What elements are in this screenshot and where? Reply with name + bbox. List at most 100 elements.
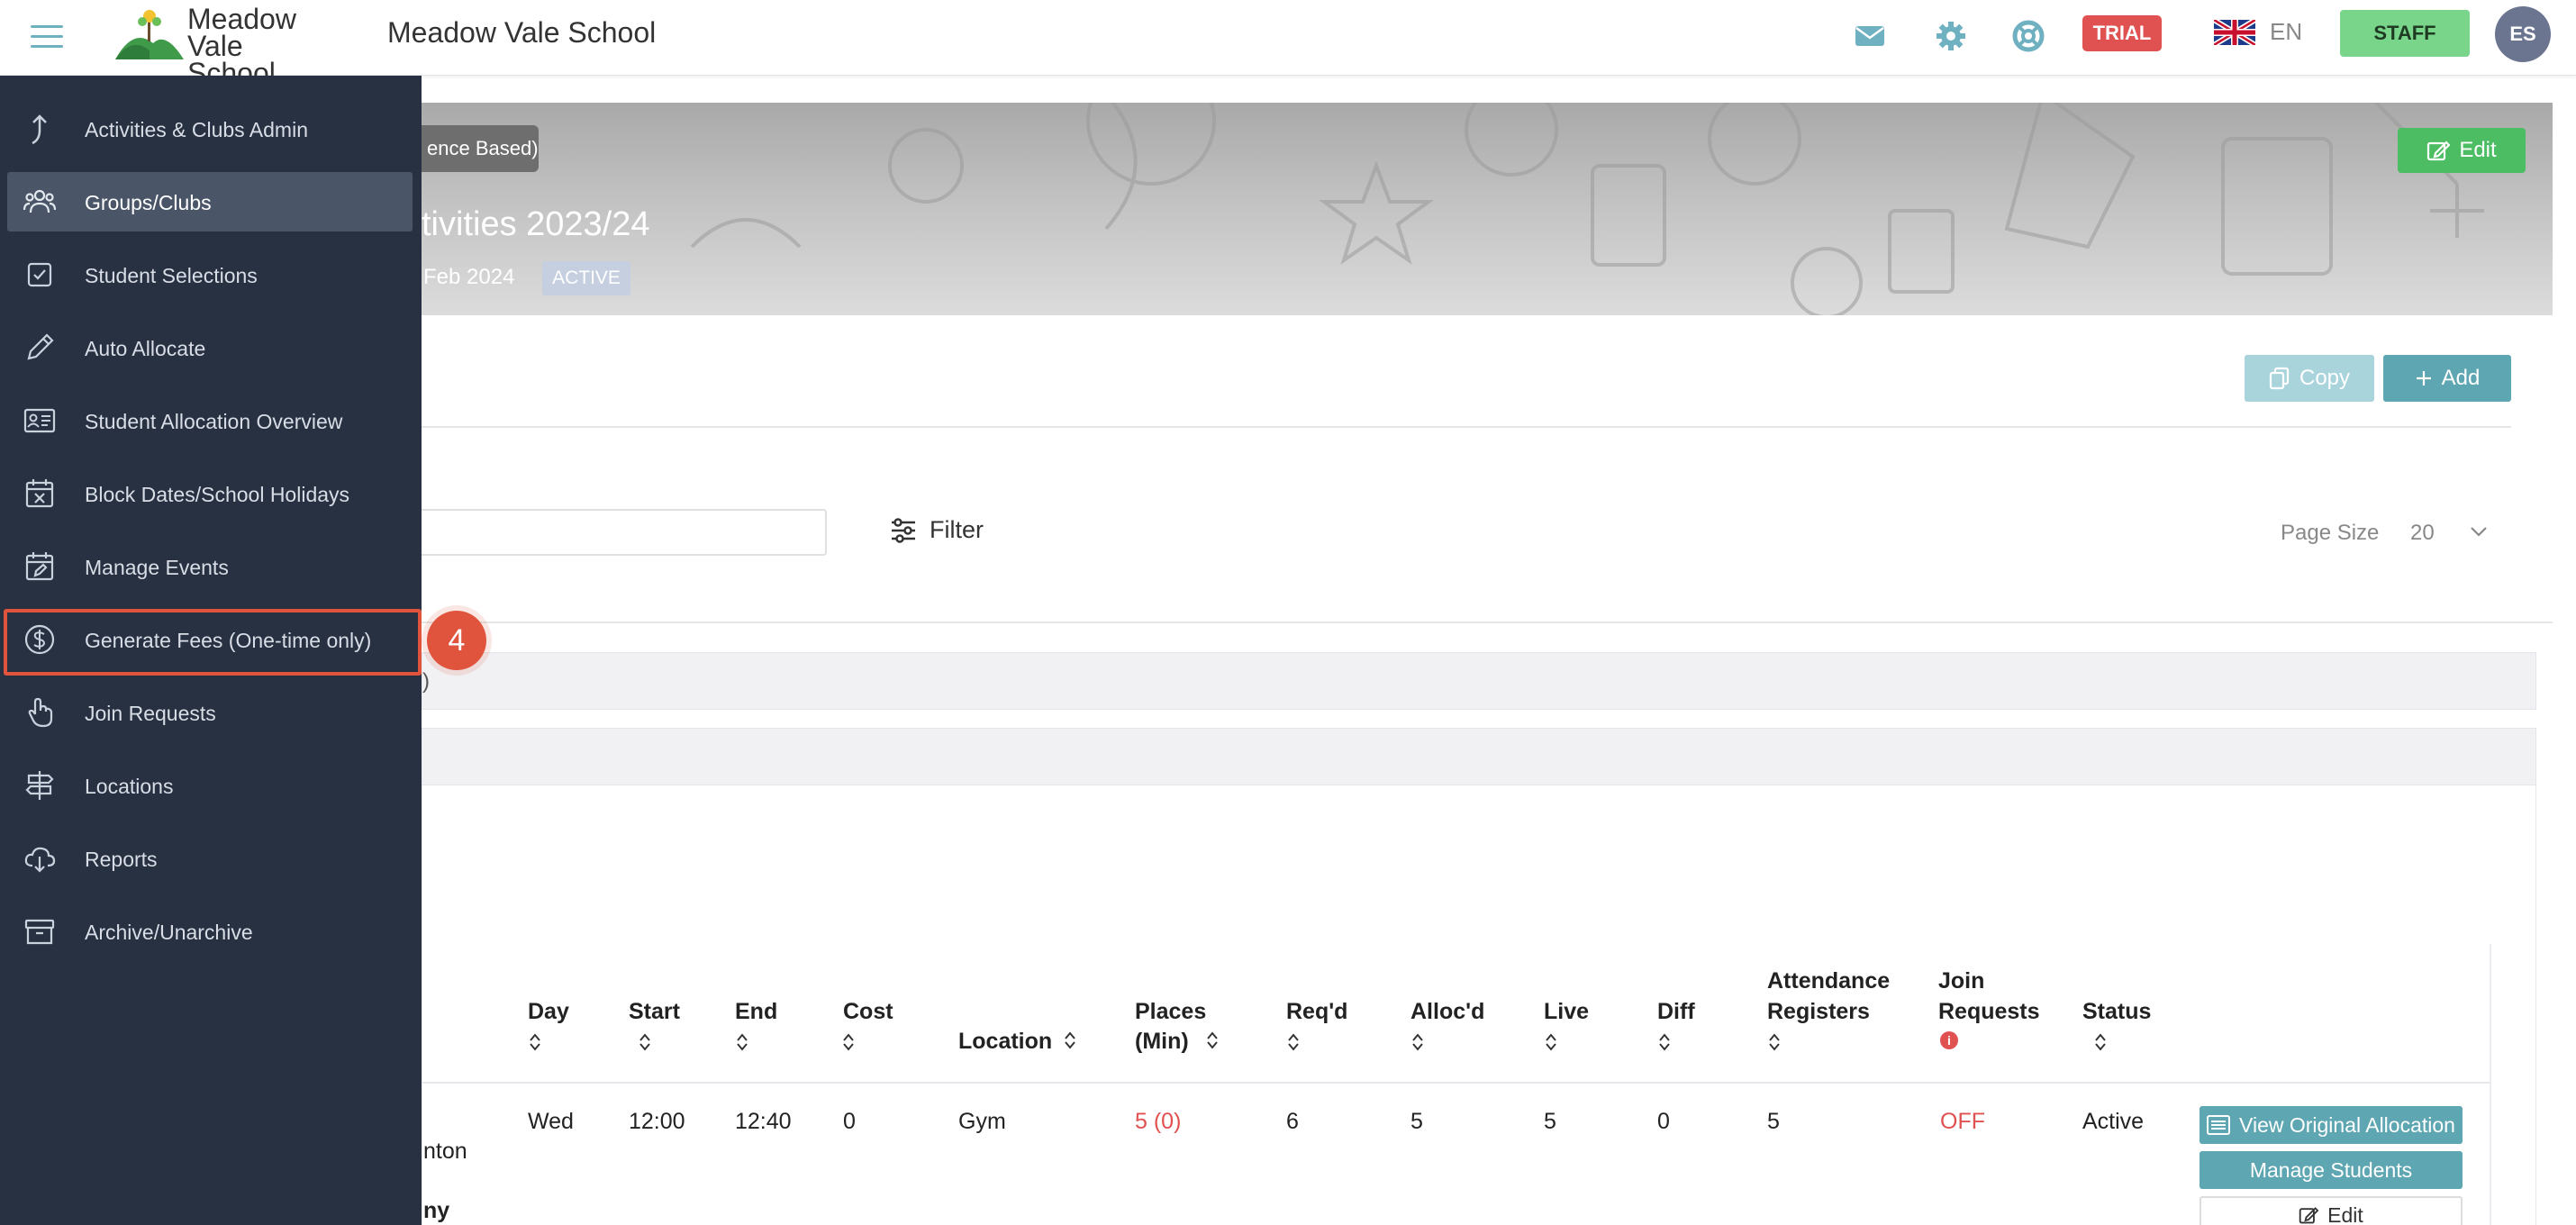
header-start[interactable]: Start <box>629 996 680 1027</box>
copy-button[interactable]: Copy <box>2245 355 2374 402</box>
edit-row-label: Edit <box>2327 1202 2363 1225</box>
hand-pointer-icon <box>28 697 53 728</box>
edit-row-button[interactable]: Edit <box>2200 1196 2463 1225</box>
sort-icon[interactable] <box>841 1032 856 1052</box>
manage-students-button[interactable]: Manage Students <box>2200 1151 2463 1189</box>
group-subheader-row[interactable] <box>422 728 2536 785</box>
header-location[interactable]: Location <box>958 1026 1052 1057</box>
info-icon[interactable]: i <box>1940 1031 1958 1049</box>
user-avatar[interactable]: ES <box>2495 6 2551 62</box>
calendar-x-icon <box>25 479 54 508</box>
header-end[interactable]: End <box>735 996 777 1027</box>
sidebar-item-locations[interactable]: Locations <box>7 756 413 815</box>
sidebar-item-block-dates[interactable]: Block Dates/School Holidays <box>7 464 413 523</box>
header-attendance-line2[interactable]: Registers <box>1767 996 1870 1027</box>
help-lifebuoy-icon[interactable] <box>2010 18 2046 54</box>
header-day[interactable]: Day <box>528 996 569 1027</box>
sort-icon[interactable] <box>1286 1032 1301 1052</box>
sidebar-item-join-requests[interactable]: Join Requests <box>7 683 413 742</box>
add-button[interactable]: Add <box>2383 355 2511 402</box>
logo-hills-icon <box>115 10 184 59</box>
sort-icon[interactable] <box>1544 1032 1558 1052</box>
header-places-line2[interactable]: (Min) <box>1135 1026 1189 1057</box>
cloud-download-icon <box>24 847 56 873</box>
sidebar-item-manage-events[interactable]: Manage Events <box>7 537 413 596</box>
header-live[interactable]: Live <box>1544 996 1589 1027</box>
sidebar-item-groups-clubs[interactable]: Groups/Clubs <box>7 172 413 231</box>
header-attendance-line1[interactable]: Attendance <box>1767 966 1890 996</box>
sidebar-item-label: Groups/Clubs <box>85 191 212 214</box>
header-join-line2[interactable]: Requests <box>1938 996 2040 1027</box>
search-input[interactable] <box>378 509 827 556</box>
cell-end: 12:40 <box>735 1109 792 1134</box>
sidebar-item-reports[interactable]: Reports <box>7 829 413 888</box>
top-bar: Meadow Vale School Meadow Vale School TR… <box>0 0 2576 87</box>
logo-line1: Meadow <box>187 3 296 35</box>
status-badge: ACTIVE <box>542 261 630 295</box>
sort-icon[interactable] <box>2093 1032 2108 1052</box>
archive-icon <box>24 919 55 945</box>
sidebar-item-label: Student Selections <box>85 264 258 287</box>
cell-cost: 0 <box>843 1109 856 1134</box>
sort-icon[interactable] <box>1063 1030 1077 1050</box>
header-diff[interactable]: Diff <box>1657 996 1695 1027</box>
sort-icon[interactable] <box>735 1032 749 1052</box>
sort-icon[interactable] <box>638 1032 652 1052</box>
banner-date: Feb 2024 <box>423 265 515 289</box>
group-header-text: ) <box>422 669 430 694</box>
copy-label: Copy <box>2299 366 2351 390</box>
chevron-down-icon[interactable] <box>2468 521 2490 542</box>
edit-activity-button[interactable]: Edit <box>2398 128 2526 173</box>
banner-pattern <box>690 103 2484 315</box>
cell-allocd: 5 <box>1410 1109 1423 1134</box>
hamburger-menu-icon[interactable] <box>29 18 65 54</box>
sidebar-item-activities-clubs-admin[interactable]: Activities & Clubs Admin <box>7 99 413 159</box>
staff-button[interactable]: STAFF <box>2340 10 2470 57</box>
header-cost[interactable]: Cost <box>843 996 893 1027</box>
view-original-allocation-button[interactable]: View Original Allocation <box>2200 1106 2463 1144</box>
pencil-icon <box>27 333 54 360</box>
edit-icon <box>2427 141 2451 161</box>
sort-icon[interactable] <box>1657 1032 1672 1052</box>
sort-icon[interactable] <box>1410 1032 1425 1052</box>
header-status[interactable]: Status <box>2082 996 2151 1027</box>
logo-text: Meadow Vale School <box>187 3 330 87</box>
header-reqd[interactable]: Req'd <box>1286 996 1347 1027</box>
edit-activity-label: Edit <box>2459 138 2497 162</box>
mail-icon[interactable] <box>1854 18 1890 54</box>
cell-start: 12:00 <box>629 1109 685 1134</box>
gear-icon[interactable] <box>1933 18 1969 54</box>
sidebar-item-auto-allocate[interactable]: Auto Allocate <box>7 318 413 377</box>
id-card-icon <box>23 408 56 433</box>
calendar-edit-icon <box>25 552 54 581</box>
sidebar-item-student-allocation-overview[interactable]: Student Allocation Overview <box>7 391 413 450</box>
sidebar-item-archive[interactable]: Archive/Unarchive <box>7 902 413 961</box>
sidebar-item-student-selections[interactable]: Student Selections <box>7 245 413 304</box>
filter-button[interactable]: Filter <box>890 516 984 544</box>
header-join-line1[interactable]: Join <box>1938 966 1984 996</box>
banner-type-chip: ence Based) <box>422 125 539 172</box>
sidebar-item-label: Archive/Unarchive <box>85 921 253 944</box>
list-icon <box>2207 1115 2231 1135</box>
signpost-icon <box>25 771 54 800</box>
sort-icon[interactable] <box>1767 1032 1782 1052</box>
trial-badge: TRIAL <box>2082 15 2162 51</box>
cell-join-requests[interactable]: OFF <box>1940 1109 1985 1135</box>
cell-attendance: 5 <box>1767 1109 1780 1134</box>
table-border <box>2490 944 2491 1225</box>
header-divider <box>422 1082 2490 1084</box>
sort-icon[interactable] <box>1205 1030 1220 1050</box>
page-size-select[interactable]: 20 <box>2410 521 2435 546</box>
sliders-icon <box>892 517 915 543</box>
sidebar-item-label: Block Dates/School Holidays <box>85 483 350 506</box>
uk-flag-icon[interactable] <box>2212 17 2257 48</box>
language-selector[interactable]: EN <box>2270 18 2302 46</box>
header-places-line1[interactable]: Places <box>1135 996 1206 1027</box>
banner-title: tivities 2023/24 <box>422 205 650 243</box>
view-original-label: View Original Allocation <box>2239 1112 2455 1137</box>
cell-diff: 0 <box>1657 1109 1670 1134</box>
header-allocd[interactable]: Alloc'd <box>1410 996 1484 1027</box>
sort-icon[interactable] <box>528 1032 542 1052</box>
group-header-row[interactable]: ) <box>422 652 2536 710</box>
school-logo[interactable]: Meadow Vale School <box>113 4 330 87</box>
